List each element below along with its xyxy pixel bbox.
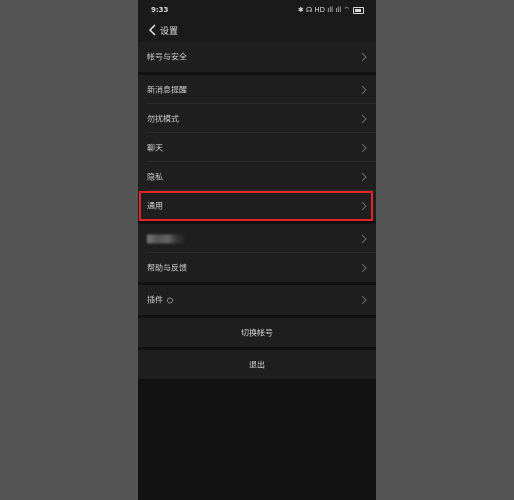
status-time: 9:33 [151, 6, 169, 14]
settings-item-label-redacted [147, 234, 185, 243]
chevron-right-icon [361, 234, 367, 243]
chevron-right-icon [361, 172, 367, 181]
battery-icon [353, 7, 364, 14]
settings-item-plugins[interactable]: 插件 [138, 285, 376, 315]
settings-item-plugins-row: 插件 [147, 295, 173, 306]
settings-item-redacted[interactable] [138, 224, 376, 253]
chevron-right-icon [361, 295, 367, 305]
status-icons-text: ✱ ☊ HD ıll ıll ⌔ [297, 6, 350, 14]
settings-item-label: 隐私 [147, 172, 163, 181]
chevron-right-icon [361, 85, 367, 94]
page-title: 设置 [160, 27, 179, 37]
phone-screen: 9:33 ✱ ☊ HD ıll ıll ⌔ 设置 帐号与安全 新消息提醒 勿扰模… [138, 0, 376, 500]
settings-item-label: 勿扰模式 [147, 114, 179, 123]
info-icon [167, 297, 173, 303]
chevron-right-icon [361, 114, 367, 123]
chevron-right-icon [361, 52, 367, 62]
settings-item-chat[interactable]: 聊天 [138, 133, 376, 162]
settings-item-do-not-disturb[interactable]: 勿扰模式 [138, 104, 376, 133]
redacted-label [147, 234, 185, 243]
chevron-left-icon[interactable] [146, 23, 160, 37]
chevron-right-icon [361, 263, 367, 272]
navigation-bar: 设置 [138, 18, 376, 42]
settings-item-account-security[interactable]: 帐号与安全 [138, 42, 376, 72]
status-icons: ✱ ☊ HD ıll ıll ⌔ [298, 6, 364, 15]
settings-item-new-message[interactable]: 新消息提醒 [138, 75, 376, 104]
status-bar: 9:33 ✱ ☊ HD ıll ıll ⌔ [138, 0, 376, 18]
settings-item-label: 帮助与反馈 [147, 263, 187, 272]
settings-item-general[interactable]: 通用 [138, 191, 376, 221]
logout-button[interactable]: 退出 [138, 350, 376, 379]
settings-item-label: 通用 [147, 201, 163, 211]
settings-item-label: 插件 [147, 295, 163, 305]
switch-account-button[interactable]: 切换帐号 [138, 318, 376, 347]
settings-item-label: 新消息提醒 [147, 85, 187, 94]
settings-item-help-feedback[interactable]: 帮助与反馈 [138, 253, 376, 282]
settings-item-label: 聊天 [147, 143, 163, 152]
settings-item-label: 帐号与安全 [147, 52, 187, 62]
chevron-right-icon [361, 143, 367, 152]
chevron-right-icon [361, 201, 367, 211]
settings-item-privacy[interactable]: 隐私 [138, 162, 376, 191]
switch-account-label: 切换帐号 [241, 328, 273, 337]
logout-label: 退出 [249, 360, 265, 369]
